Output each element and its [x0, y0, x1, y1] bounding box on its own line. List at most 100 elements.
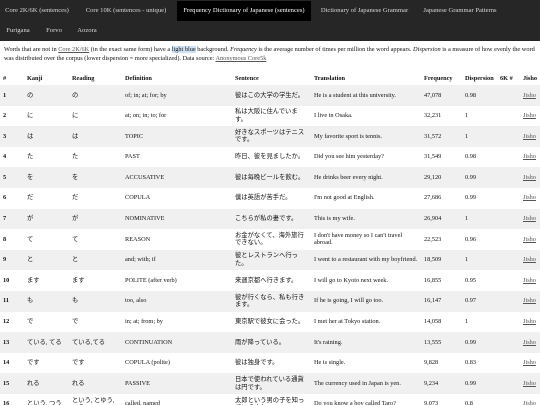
jisho-link[interactable]: Jisho: [523, 297, 536, 304]
sixk-cell: [497, 353, 520, 374]
jisho-link[interactable]: Jisho: [523, 215, 536, 222]
header-reading[interactable]: Reading: [69, 71, 122, 85]
jisho-cell: Jisho: [520, 291, 540, 312]
row-number: 14: [3, 359, 10, 367]
kanji-cell: に: [27, 112, 34, 120]
jisho-link[interactable]: Jisho: [523, 277, 536, 284]
jisho-link[interactable]: Jisho: [523, 92, 536, 99]
tab-japanese-grammar-patterns[interactable]: Japanese Grammar Patterns: [418, 1, 502, 21]
tab-forvo[interactable]: Forvo: [42, 21, 66, 41]
reading-cell: は: [72, 132, 79, 140]
table-row: 14 です です COPULA (polite) 彼は独身です。 He is single…: [0, 353, 540, 374]
row-number: 3: [3, 132, 7, 140]
jisho-link[interactable]: Jisho: [523, 153, 536, 160]
definition-cell: at; on; in; to; for: [125, 112, 167, 120]
jisho-link[interactable]: Jisho: [523, 133, 536, 140]
kanji-cell: ている, てる: [27, 338, 62, 346]
jisho-link[interactable]: Jisho: [523, 236, 536, 243]
jisho-cell: Jisho: [520, 85, 540, 106]
header-definition[interactable]: Definition: [122, 71, 232, 85]
definition-cell: POLITE (after verb): [125, 276, 177, 284]
kanji-cell: の: [27, 91, 34, 99]
sixk-cell: [497, 85, 520, 106]
row-number: 11: [3, 297, 9, 305]
jisho-cell: Jisho: [520, 167, 540, 188]
tab-frequency-dictionary[interactable]: Frequency Dictionary of Japanese (senten…: [177, 1, 311, 21]
jisho-link[interactable]: Jisho: [523, 318, 536, 325]
kanji-cell: が: [27, 215, 34, 223]
sixk-cell: [497, 312, 520, 333]
definition-cell: PASSIVE: [125, 379, 150, 387]
core-2k-6k-link[interactable]: Core 2K/6K: [58, 46, 89, 53]
frequency-cell: 9,234: [424, 379, 439, 387]
kanji-cell: て: [27, 235, 34, 243]
header-num[interactable]: #: [0, 71, 24, 85]
row-number: 5: [3, 173, 7, 181]
header-sentence[interactable]: Sentence: [232, 71, 311, 85]
jisho-link[interactable]: Jisho: [523, 400, 536, 405]
header-dispersion[interactable]: Dispersion: [462, 71, 497, 85]
translation-cell: He drinks beer every night.: [314, 173, 383, 181]
table-row: 15 れる れる PASSIVE 日本で使われている通貨は円です。 The currenc…: [0, 373, 540, 394]
jisho-link[interactable]: Jisho: [523, 359, 536, 366]
translation-cell: If he is going, I will go too.: [314, 297, 384, 305]
reading-cell: という, とゆう, つう: [72, 396, 115, 405]
kanji-cell: も: [27, 297, 34, 305]
definition-cell: TOPIC: [125, 132, 144, 140]
sentence-cell: 私は大阪に住んでいます。: [235, 108, 298, 123]
row-number: 8: [3, 235, 7, 243]
translation-cell: He is single.: [314, 359, 346, 367]
jisho-link[interactable]: Jisho: [523, 194, 536, 201]
sixk-cell: [497, 167, 520, 188]
reading-cell: ている,てる: [72, 338, 106, 346]
sentence-cell: 彼は独身です。: [235, 359, 279, 367]
sentence-cell: 彼はこの大学の学生だ。: [235, 91, 305, 99]
header-kanji[interactable]: Kanji: [24, 71, 69, 85]
sixk-cell: [497, 209, 520, 230]
reading-cell: です: [72, 359, 85, 367]
sixk-cell: [497, 106, 520, 127]
tab-core-2k-6k[interactable]: Core 2K/6K (sentences): [3, 1, 71, 21]
table-row: 16 という, つう という, とゆう, つう called, named 太郎という男…: [0, 394, 540, 405]
frequency-cell: 16,147: [424, 297, 442, 305]
kanji-cell: た: [27, 153, 34, 161]
jisho-link[interactable]: Jisho: [523, 174, 536, 181]
sentence-cell: 彼とレストランへ行った。: [235, 252, 298, 268]
tab-aozora[interactable]: Aozora: [74, 21, 100, 41]
jisho-link[interactable]: Jisho: [523, 256, 536, 263]
jisho-cell: Jisho: [520, 250, 540, 271]
reading-cell: も: [72, 297, 79, 305]
frequency-cell: 26,904: [424, 215, 442, 223]
sentence-cell: お金がなくて、海外旅行できない。: [235, 231, 304, 247]
row-number: 6: [3, 194, 7, 202]
frequency-cell: 31,572: [424, 132, 442, 140]
kanji-cell: は: [27, 132, 34, 140]
jisho-link[interactable]: Jisho: [523, 112, 536, 119]
jisho-cell: Jisho: [520, 332, 540, 353]
translation-cell: Do you know a boy called Taro?: [314, 400, 396, 405]
reading-cell: を: [72, 173, 79, 181]
dispersion-cell: 0.98: [465, 153, 477, 161]
header-jisho[interactable]: Jisho: [520, 71, 540, 85]
header-6k-num[interactable]: 6K #: [497, 71, 520, 85]
dispersion-cell: 0.99: [465, 338, 477, 346]
jisho-cell: Jisho: [520, 106, 540, 127]
tab-furigana[interactable]: Furigana: [3, 21, 33, 41]
tab-dictionary-of-japanese-grammar[interactable]: Dictionary of Japanese Grammar: [316, 1, 413, 21]
header-frequency[interactable]: Frequency: [421, 71, 462, 85]
jisho-cell: Jisho: [520, 373, 540, 394]
jisho-link[interactable]: Jisho: [523, 380, 536, 387]
reading-cell: の: [72, 91, 79, 99]
jisho-link[interactable]: Jisho: [523, 339, 536, 346]
translation-cell: I'm not good at English.: [314, 194, 375, 202]
anonymous-core5k-link[interactable]: Anonymous Core5k: [215, 55, 266, 62]
sentence-cell: 日本で使われている通貨は円です。: [235, 376, 304, 391]
tab-core-10k[interactable]: Core 10K (sentences - unique): [80, 1, 172, 21]
reading-cell: れる: [72, 379, 85, 387]
row-number: 1: [3, 91, 7, 99]
header-translation[interactable]: Translation: [311, 71, 421, 85]
table-row: 9 と と and; with; if 彼とレストランへ行った。 I went to a …: [0, 249, 540, 271]
table-header-row: # Kanji Reading Definition Sentence Tran…: [0, 71, 540, 85]
translation-cell: I will go to Kyoto next week.: [314, 276, 388, 284]
sentence-cell: 僕は英語が苦手だ。: [235, 194, 292, 202]
